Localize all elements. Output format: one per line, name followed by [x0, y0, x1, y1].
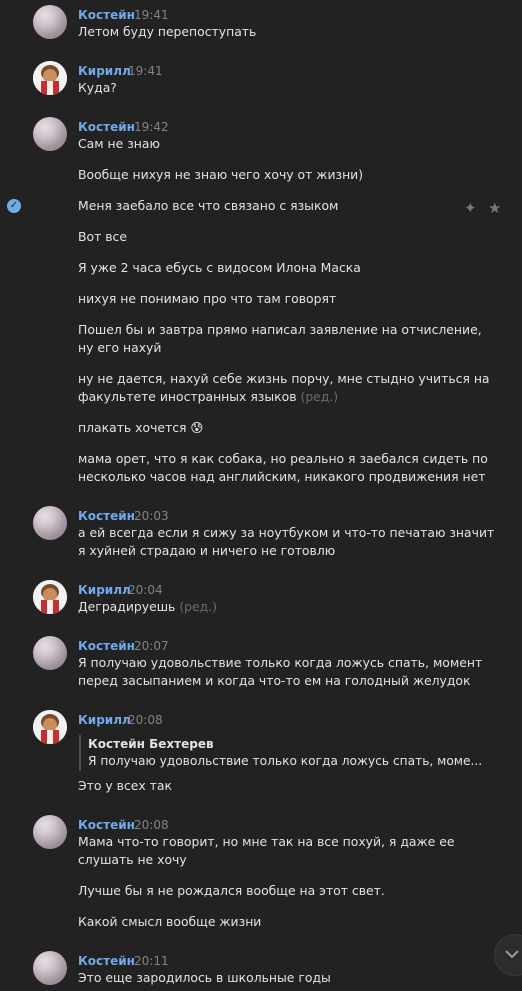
- message-text: ну его нахуй: [78, 340, 162, 355]
- message-text: Вот все: [78, 229, 127, 244]
- message-text: слушать не хочу: [78, 852, 187, 867]
- author-name[interactable]: Костейн: [78, 818, 135, 832]
- author-name[interactable]: Кирилл: [78, 64, 131, 78]
- message-text: я хуйней страдаю и ничего не готовлю: [78, 543, 336, 558]
- kirill-avatar[interactable]: [33, 61, 67, 95]
- kostein-avatar[interactable]: [33, 5, 67, 39]
- kirill-avatar[interactable]: [33, 580, 67, 614]
- message-time[interactable]: 19:41: [128, 64, 163, 78]
- message-time[interactable]: 20:08: [134, 818, 169, 832]
- message-time[interactable]: 20:07: [134, 639, 169, 653]
- message-text: Вообще нихуя не знаю чего хочу от жизни): [78, 167, 364, 182]
- message-text: Меня заебало все что связано с языком: [78, 198, 339, 213]
- message-text: нихуя не понимаю про что там говорят: [78, 291, 337, 306]
- message-text: а ей всегда если я сижу за ноутбуком и ч…: [78, 525, 495, 540]
- edited-label: (ред.): [300, 389, 339, 404]
- message-time[interactable]: 20:08: [128, 713, 163, 727]
- message-text: Какой смысл вообще жизни: [78, 914, 262, 929]
- message-text-part: факультете иностранных языков: [78, 389, 297, 404]
- quote-text[interactable]: Я получаю удовольствие только когда ложу…: [88, 754, 482, 768]
- sparkle-icon[interactable]: ✦: [464, 199, 477, 217]
- kirill-avatar[interactable]: [33, 710, 67, 744]
- message-text: Летом буду перепоступать: [78, 24, 257, 39]
- chevron-down-icon: [505, 950, 519, 959]
- message-time[interactable]: 20:04: [128, 583, 163, 597]
- kostein-avatar[interactable]: [33, 951, 67, 985]
- kostein-avatar[interactable]: [33, 815, 67, 849]
- message-text: Пошел бы и завтра прямо написал заявлени…: [78, 322, 482, 337]
- message-text: Куда?: [78, 80, 117, 95]
- check-circle-icon[interactable]: ✓: [7, 199, 21, 213]
- kostein-avatar[interactable]: [33, 506, 67, 540]
- message-time[interactable]: 20:03: [134, 509, 169, 523]
- author-name[interactable]: Костейн: [78, 954, 135, 968]
- message-text: Лучше бы я не рождался вообще на этот св…: [78, 883, 385, 898]
- author-name[interactable]: Костейн: [78, 509, 135, 523]
- message-text: Деградируешь (ред.): [78, 598, 217, 616]
- message-text: факультете иностранных языков (ред.): [78, 388, 338, 406]
- message-text: Это у всех так: [78, 778, 172, 793]
- message-time[interactable]: 19:41: [134, 8, 169, 22]
- message-text: Мама что-то говорит, но мне так на все п…: [78, 834, 455, 849]
- author-name[interactable]: Кирилл: [78, 713, 131, 727]
- scroll-down-button[interactable]: [494, 934, 522, 976]
- kostein-avatar[interactable]: [33, 117, 67, 151]
- author-name[interactable]: Кирилл: [78, 583, 131, 597]
- chat-history: Костейн 19:41 Летом буду перепоступать К…: [0, 0, 522, 991]
- edited-label: (ред.): [179, 599, 217, 614]
- quote-bar: [79, 735, 81, 771]
- message-time[interactable]: 19:42: [134, 120, 169, 134]
- quote-author[interactable]: Костейн Бехтерев: [88, 737, 214, 751]
- message-text: несколько часов над английским, никакого…: [78, 469, 486, 484]
- message-text-part: Деградируешь: [78, 599, 176, 614]
- message-text: Я уже 2 часа ебусь с видосом Илона Маска: [78, 260, 361, 275]
- message-text: Сам не знаю: [78, 136, 160, 151]
- author-name[interactable]: Костейн: [78, 120, 135, 134]
- author-name[interactable]: Костейн: [78, 8, 135, 22]
- message-text: Это еще зародилось в школьные годы: [78, 970, 331, 985]
- message-text: плакать хочется 😰: [78, 420, 204, 435]
- message-text: перед засыпанием и когда что-то ем на го…: [78, 673, 471, 688]
- kostein-avatar[interactable]: [33, 636, 67, 670]
- author-name[interactable]: Костейн: [78, 639, 135, 653]
- star-icon[interactable]: ★: [488, 199, 501, 217]
- message-time[interactable]: 20:11: [134, 954, 169, 968]
- message-text: мама орет, что я как собака, но реально …: [78, 451, 488, 466]
- message-text: ну не дается, нахуй себе жизнь порчу, мн…: [78, 371, 490, 386]
- message-text: Я получаю удовольствие только когда ложу…: [78, 655, 483, 670]
